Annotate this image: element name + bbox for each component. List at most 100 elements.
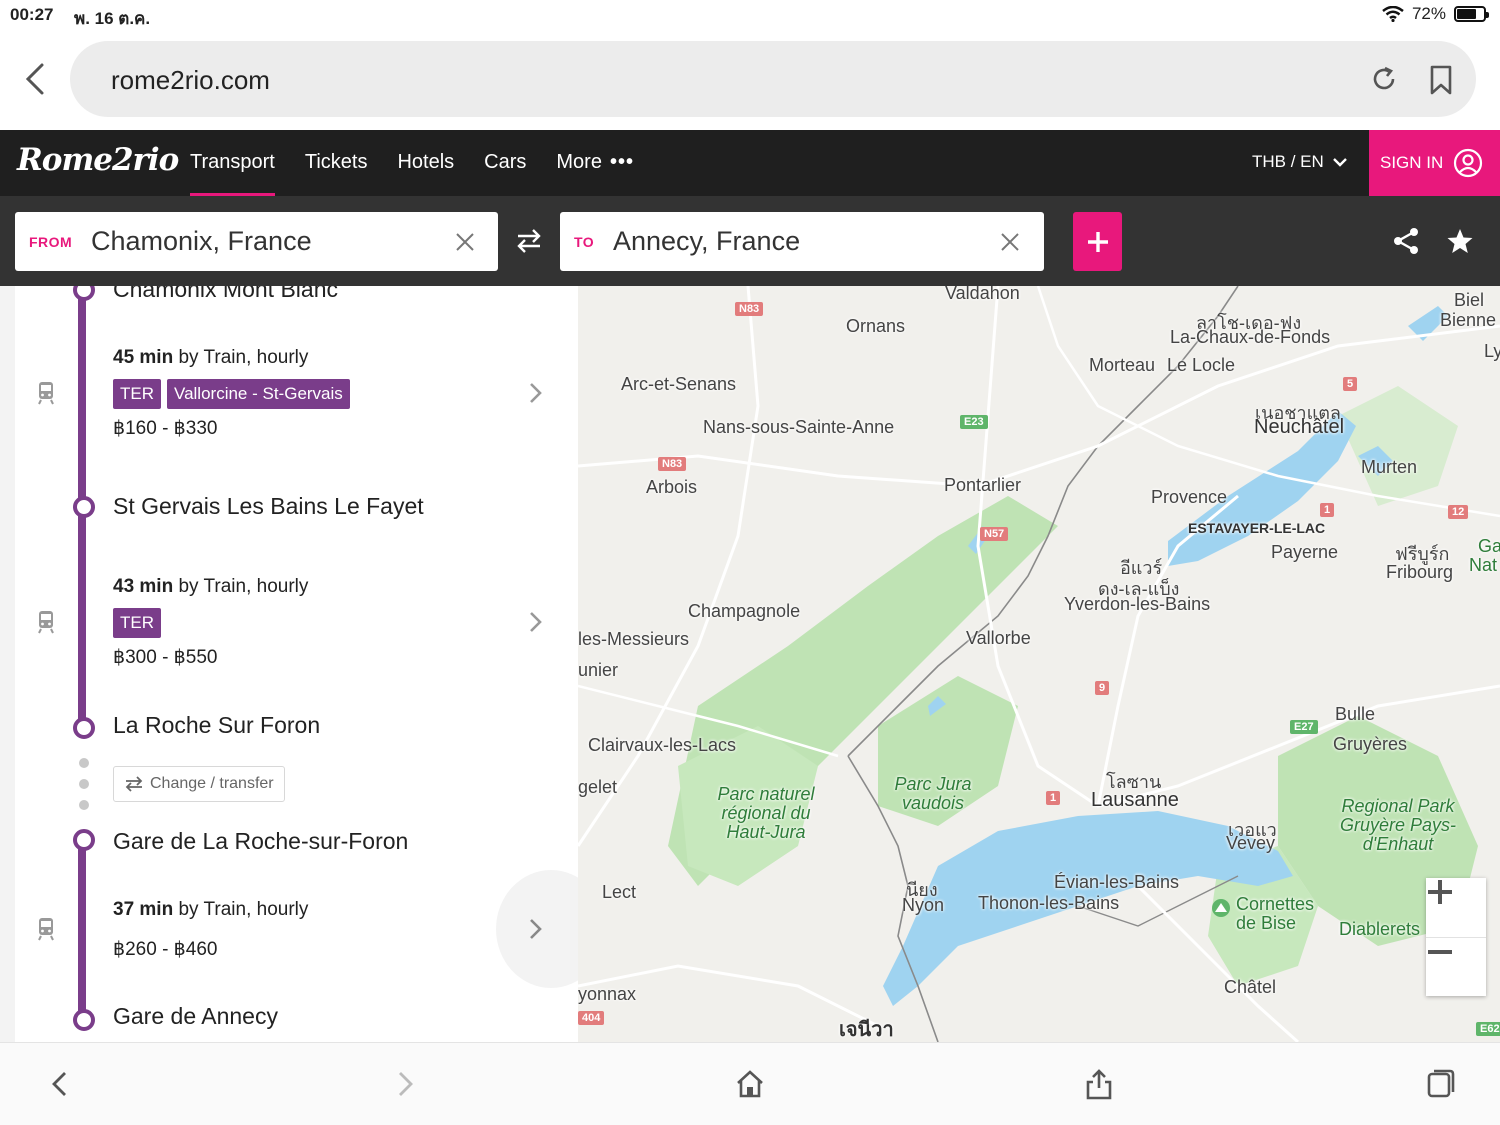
map-label: Gruyères: [1333, 734, 1408, 754]
segment-tags: TER: [113, 608, 161, 638]
address-bar[interactable]: rome2rio.com: [70, 41, 1476, 117]
from-input[interactable]: Chamonix, France: [91, 226, 312, 257]
chevron-right-icon[interactable]: [528, 610, 544, 634]
sign-in-label: SIGN IN: [1380, 153, 1444, 172]
status-time: 00:27: [10, 5, 54, 24]
stop-marker: [73, 829, 95, 851]
road-shield: 9: [1095, 681, 1110, 695]
stop-name[interactable]: Gare de La Roche-sur-Foron: [113, 828, 408, 855]
stop-marker: [73, 717, 95, 739]
clear-icon[interactable]: [999, 231, 1021, 253]
url-text[interactable]: rome2rio.com: [111, 65, 270, 96]
chevron-right-icon[interactable]: [528, 381, 544, 405]
segment-summary[interactable]: 43 min by Train, hourly: [113, 576, 308, 598]
plus-icon: [1087, 231, 1108, 252]
map-label: Clairvaux-les-Lacs: [588, 735, 737, 755]
transfer-dot: [79, 758, 89, 768]
stop-name[interactable]: St Gervais Les Bains Le Fayet: [113, 493, 424, 520]
map-label: Yverdon-les-Bains: [1064, 594, 1211, 614]
train-icon: [38, 918, 54, 941]
status-bar: 00:27 พ. 16 ต.ค. 72%: [0, 0, 1500, 30]
road-shield: 5: [1343, 377, 1358, 391]
bookmark-icon[interactable]: [1428, 65, 1454, 95]
operator-tag: TER: [113, 608, 161, 638]
from-field[interactable]: FROM Chamonix, France: [15, 212, 498, 271]
status-date: พ. 16 ต.ค.: [74, 9, 151, 28]
star-icon[interactable]: [1446, 227, 1474, 255]
logo[interactable]: Rome2rio: [17, 142, 179, 178]
currency-selector[interactable]: THB / EN: [1252, 152, 1348, 172]
share-icon[interactable]: [1393, 227, 1419, 255]
browser-bottom-toolbar: [0, 1042, 1500, 1125]
stop-name[interactable]: La Roche Sur Foron: [113, 712, 320, 739]
change-label: Change / transfer: [150, 775, 274, 792]
zoom-out-icon: [1428, 950, 1452, 954]
add-destination-button[interactable]: [1073, 212, 1122, 271]
zoom-out-button[interactable]: [1426, 937, 1486, 996]
forward-icon[interactable]: [390, 1068, 420, 1100]
map-label: Vevey: [1226, 833, 1276, 853]
back-chevron-icon[interactable]: [22, 62, 50, 96]
map-label: Provence: [1151, 487, 1228, 507]
transfer-dot: [79, 779, 89, 789]
segment-duration: 43 min: [113, 576, 174, 597]
battery-percent: 72%: [1411, 4, 1446, 23]
search-bar: FROM Chamonix, France TO Annecy, France: [0, 196, 1500, 286]
segment-price: ฿260 - ฿460: [113, 939, 218, 960]
battery-icon: [1454, 6, 1489, 22]
zoom-in-button[interactable]: [1426, 878, 1486, 937]
map-label: Châtel: [1224, 977, 1277, 997]
reload-icon[interactable]: [1370, 65, 1398, 93]
map-label: ESTAVAYER-LE-LAC: [1188, 520, 1326, 536]
map-label: Champagnole: [688, 601, 801, 621]
map-label: Payerne: [1271, 542, 1339, 562]
road-shield: 1: [1320, 503, 1335, 517]
to-input[interactable]: Annecy, France: [613, 226, 800, 257]
segment-summary[interactable]: 45 min by Train, hourly: [113, 347, 308, 369]
swap-icon[interactable]: [515, 228, 543, 254]
route-line: [78, 841, 86, 1020]
segment-summary[interactable]: 37 min by Train, hourly: [113, 899, 308, 921]
operator-tag: TER: [113, 379, 161, 409]
road-shield: 404: [578, 1011, 605, 1025]
map-label: gelet: [578, 777, 618, 797]
transfer-icon: [125, 776, 143, 792]
nav-item-hotels[interactable]: Hotels: [397, 130, 454, 196]
share-icon[interactable]: [1084, 1068, 1114, 1100]
map-label: Arc-et-Senans: [621, 374, 737, 394]
status-right: 72%: [1382, 4, 1489, 24]
map-poi-label: Cornettes de Bise: [1236, 894, 1315, 933]
stop-name[interactable]: Gare de Annecy: [113, 1003, 278, 1030]
route-line: [78, 286, 86, 507]
segment-price: ฿300 - ฿550: [113, 647, 218, 668]
clear-icon[interactable]: [454, 231, 476, 253]
map-label: Lausanne: [1091, 789, 1179, 811]
segment-detail: by Train, hourly: [173, 347, 309, 368]
map-label: les-Messieurs: [578, 629, 690, 649]
map-label: Ornans: [846, 316, 906, 336]
home-icon[interactable]: [735, 1068, 765, 1100]
zoom-in-icon: [1428, 880, 1452, 904]
nav-item-more[interactable]: More •••: [556, 130, 634, 196]
chevron-right-icon[interactable]: [528, 917, 544, 941]
tabs-icon[interactable]: [1426, 1068, 1456, 1100]
user-icon: [1454, 148, 1483, 178]
segment-detail: by Train, hourly: [173, 899, 309, 920]
to-label: TO: [574, 234, 595, 250]
road-shield: 12: [1448, 505, 1469, 519]
segment-price: ฿160 - ฿330: [113, 418, 218, 439]
chevron-down-icon: [1332, 158, 1347, 167]
to-field[interactable]: TO Annecy, France: [560, 212, 1044, 271]
nav-item-cars[interactable]: Cars: [484, 130, 526, 196]
sign-in-button[interactable]: SIGN IN: [1369, 130, 1500, 196]
itinerary-panel: Chamonix Mont Blanc 45 min by Train, hou…: [15, 286, 578, 1042]
map-label: Biel: [1454, 290, 1485, 310]
back-icon[interactable]: [45, 1068, 75, 1100]
nav-item-tickets[interactable]: Tickets: [305, 130, 368, 196]
stop-name[interactable]: Chamonix Mont Blanc: [113, 286, 338, 303]
site-navbar: Rome2rio Transport Tickets Hotels Cars M…: [0, 130, 1500, 196]
map-label: Évian-les-Bains: [1054, 872, 1180, 892]
nav-item-transport[interactable]: Transport: [190, 130, 275, 196]
map-view[interactable]: N83 E23 N83 N57 5 1 12 9 E27 1 404 E62 V…: [578, 286, 1500, 1042]
map-label: Nat: [1469, 555, 1498, 575]
